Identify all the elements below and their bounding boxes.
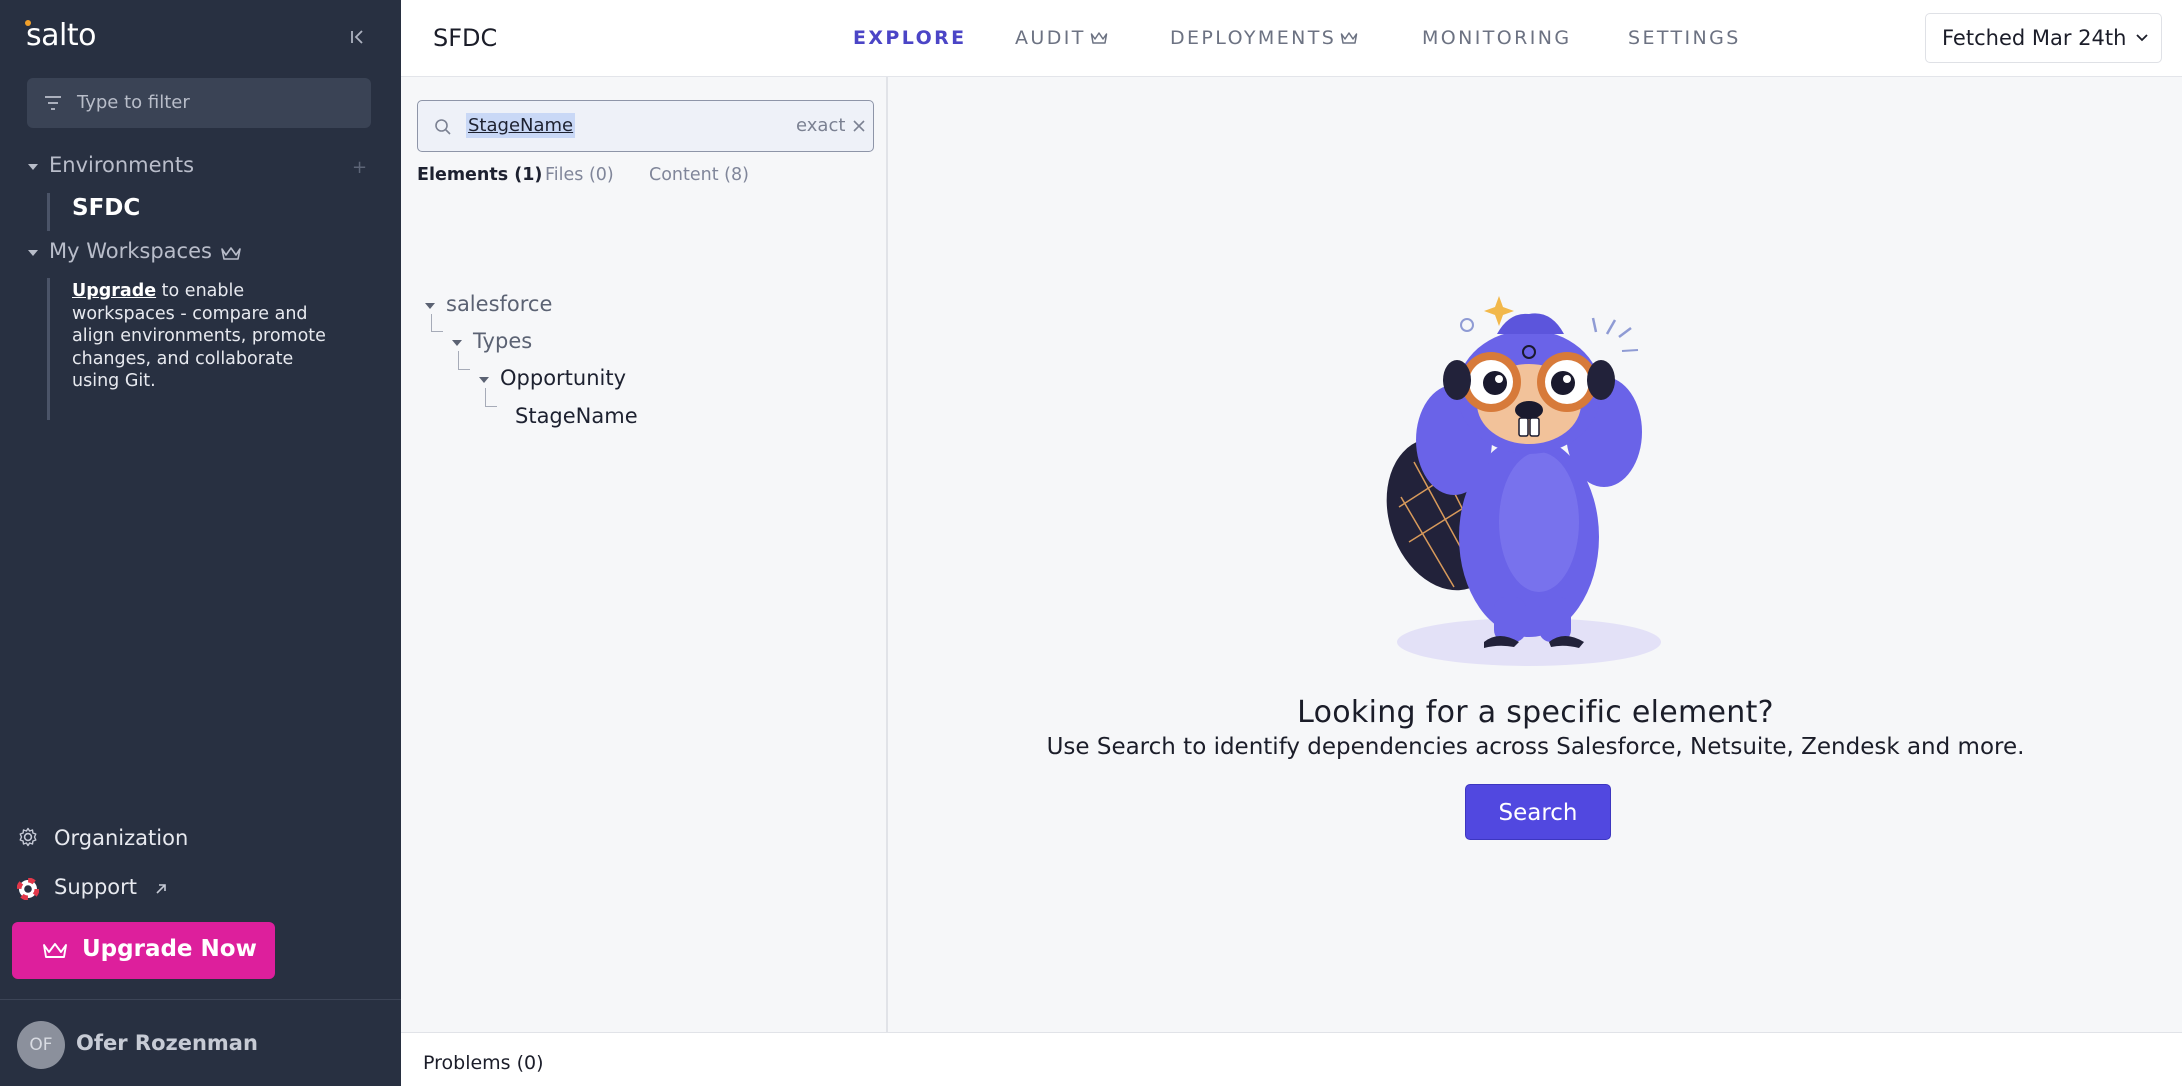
- tab-elements[interactable]: Elements (1): [417, 165, 542, 185]
- workspaces-header[interactable]: My Workspaces: [49, 239, 212, 263]
- filter-placeholder: Type to filter: [77, 92, 190, 113]
- tree-caret-icon[interactable]: [452, 340, 462, 346]
- logo-text: salto: [26, 18, 96, 53]
- environment-title: SFDC: [433, 24, 498, 52]
- tree-connector: [485, 388, 497, 407]
- empty-state-description: Use Search to identify dependencies acro…: [1046, 734, 2025, 760]
- environments-caret-icon[interactable]: [28, 164, 38, 170]
- add-environment-button[interactable]: +: [352, 157, 367, 178]
- tree-caret-icon[interactable]: [479, 377, 489, 383]
- environments-header[interactable]: Environments: [49, 153, 194, 177]
- crown-icon: [221, 247, 241, 260]
- organization-label: Organization: [54, 826, 189, 850]
- nav-explore-label: EXPLORE: [853, 27, 967, 49]
- tree-connector: [458, 351, 470, 370]
- workspaces-upgrade-note: Upgrade to enable workspaces - compare a…: [72, 280, 342, 393]
- search-icon: [435, 119, 451, 135]
- tree-node-salesforce[interactable]: salesforce: [446, 292, 552, 316]
- tree-node-types[interactable]: Types: [473, 329, 532, 353]
- user-avatar[interactable]: OF: [17, 1021, 65, 1069]
- problems-label: Problems (0): [423, 1052, 544, 1074]
- nav-monitoring-label: MONITORING: [1422, 27, 1572, 49]
- workspaces-caret-icon[interactable]: [28, 250, 38, 256]
- nav-audit-label: AUDIT: [1015, 27, 1086, 49]
- workspaces-indent-line: [47, 278, 50, 420]
- nav-audit[interactable]: AUDIT: [1015, 27, 1108, 49]
- collapse-sidebar-icon[interactable]: [349, 28, 367, 46]
- nav-deployments-label: DEPLOYMENTS: [1170, 27, 1337, 49]
- environment-item-sfdc[interactable]: SFDC: [72, 195, 140, 221]
- crown-icon: [1090, 32, 1107, 44]
- search-panel: StageName exact Elements (1) Files (0) C…: [401, 77, 888, 1032]
- tree-connector: [431, 314, 443, 332]
- nav-settings[interactable]: SETTINGS: [1628, 27, 1741, 49]
- main-content: Looking for a specific element? Use Sear…: [889, 77, 2182, 1032]
- upgrade-now-label: Upgrade Now: [82, 936, 257, 962]
- tree-node-stagename[interactable]: StageName: [515, 404, 638, 428]
- filter-icon: [45, 96, 61, 110]
- tree-node-opportunity[interactable]: Opportunity: [500, 366, 626, 390]
- support-label: Support: [54, 875, 138, 899]
- tab-content[interactable]: Content (8): [649, 165, 749, 185]
- fetched-label: Fetched Mar 24th: [1942, 26, 2127, 50]
- problems-panel[interactable]: Problems (0): [401, 1032, 2182, 1086]
- empty-state-headline: Looking for a specific element?: [1297, 695, 1774, 730]
- search-query[interactable]: StageName: [466, 113, 576, 138]
- sidebar: salto Type to filter Environments + SFDC…: [0, 0, 401, 1086]
- gear-icon: [19, 827, 37, 847]
- nav-monitoring[interactable]: MONITORING: [1422, 27, 1571, 49]
- chevron-down-icon: [2136, 34, 2148, 42]
- tab-files[interactable]: Files (0): [545, 165, 614, 185]
- user-name[interactable]: Ofer Rozenman: [76, 1031, 258, 1055]
- lifebuoy-icon: [17, 878, 39, 900]
- crown-icon: [43, 943, 67, 958]
- sidebar-divider: [0, 999, 401, 1000]
- clear-search-icon[interactable]: [852, 119, 866, 133]
- nav-explore[interactable]: EXPLORE: [853, 27, 967, 49]
- external-link-icon: [156, 884, 166, 894]
- element-search-input[interactable]: StageName exact: [417, 100, 874, 152]
- fetch-version-dropdown[interactable]: Fetched Mar 24th: [1925, 13, 2162, 63]
- nav-settings-label: SETTINGS: [1628, 27, 1741, 49]
- logo-dot-icon: [25, 20, 31, 26]
- crown-icon: [1340, 32, 1358, 44]
- nav-deployments[interactable]: DEPLOYMENTS: [1170, 27, 1358, 49]
- beaver-mascot-illustration: [1386, 296, 1661, 666]
- upgrade-now-button[interactable]: Upgrade Now: [12, 922, 275, 979]
- top-bar: SFDC EXPLORE AUDIT DEPLOYMENTS MONITORIN…: [401, 0, 2182, 77]
- exact-match-toggle[interactable]: exact: [796, 115, 845, 136]
- environments-indent-line: [47, 193, 50, 231]
- sidebar-filter-input[interactable]: Type to filter: [27, 78, 371, 128]
- salto-logo[interactable]: salto: [25, 18, 96, 53]
- upgrade-link[interactable]: Upgrade: [72, 281, 156, 301]
- search-button[interactable]: Search: [1465, 784, 1611, 840]
- tree-caret-icon[interactable]: [425, 303, 435, 309]
